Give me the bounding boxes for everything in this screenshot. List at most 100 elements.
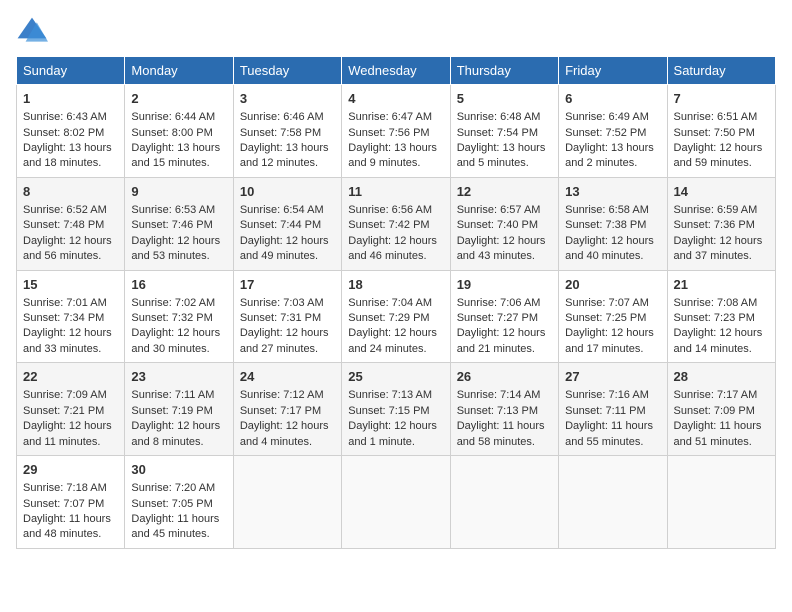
cell-info-line: Sunset: 7:23 PM	[674, 312, 755, 324]
calendar-cell: 7Sunrise: 6:51 AMSunset: 7:50 PMDaylight…	[667, 85, 775, 178]
cell-info-line: Sunset: 7:34 PM	[23, 312, 104, 324]
cell-info-line: Sunset: 7:29 PM	[348, 312, 429, 324]
calendar-cell: 29Sunrise: 7:18 AMSunset: 7:07 PMDayligh…	[17, 456, 125, 549]
cell-info-line: Daylight: 12 hours and 37 minutes.	[674, 235, 763, 262]
cell-info-line: Sunset: 7:44 PM	[240, 219, 321, 231]
cell-info-line: Daylight: 12 hours and 11 minutes.	[23, 420, 112, 447]
cell-info-line: Sunrise: 7:03 AM	[240, 297, 324, 309]
day-number: 5	[457, 90, 552, 108]
day-number: 6	[565, 90, 660, 108]
cell-info-line: Daylight: 12 hours and 27 minutes.	[240, 327, 329, 354]
day-number: 24	[240, 368, 335, 386]
cell-info-line: Sunset: 7:31 PM	[240, 312, 321, 324]
header-saturday: Saturday	[667, 57, 775, 85]
cell-info-line: Sunset: 7:46 PM	[131, 219, 212, 231]
cell-info-line: Daylight: 12 hours and 1 minute.	[348, 420, 437, 447]
cell-info-line: Daylight: 11 hours and 48 minutes.	[23, 513, 111, 540]
logo	[16, 16, 52, 44]
cell-info-line: Sunset: 7:48 PM	[23, 219, 104, 231]
cell-info-line: Sunset: 7:54 PM	[457, 127, 538, 139]
calendar-cell: 1 Sunrise: 6:43 AM Sunset: 8:02 PM Daylight…	[17, 85, 125, 178]
day-number: 12	[457, 183, 552, 201]
cell-info-line: Sunset: 7:25 PM	[565, 312, 646, 324]
day-number: 18	[348, 276, 443, 294]
calendar-cell: 23Sunrise: 7:11 AMSunset: 7:19 PMDayligh…	[125, 363, 233, 456]
calendar-week-row: 15 Sunrise: 7:01 AM Sunset: 7:34 PM Dayligh…	[17, 270, 776, 363]
cell-info-line: Sunrise: 7:12 AM	[240, 389, 324, 401]
day-number: 2	[131, 90, 226, 108]
cell-info-line: Sunrise: 6:47 AM	[348, 111, 432, 123]
day-number: 11	[348, 183, 443, 201]
calendar-cell: 24Sunrise: 7:12 AMSunset: 7:17 PMDayligh…	[233, 363, 341, 456]
header-sunday: Sunday	[17, 57, 125, 85]
calendar-cell: 22 Sunrise: 7:09 AM Sunset: 7:21 PM Dayligh…	[17, 363, 125, 456]
calendar-cell	[450, 456, 558, 549]
cell-info-line: Sunrise: 7:20 AM	[131, 482, 215, 494]
cell-info-line: Sunset: 7:21 PM	[23, 405, 104, 417]
cell-info-line: Sunrise: 7:11 AM	[131, 389, 214, 401]
calendar-cell: 21Sunrise: 7:08 AMSunset: 7:23 PMDayligh…	[667, 270, 775, 363]
cell-info-line: Sunset: 7:09 PM	[674, 405, 755, 417]
cell-info-line: Daylight: 11 hours and 51 minutes.	[674, 420, 762, 447]
day-number: 7	[674, 90, 769, 108]
cell-info-line: Sunrise: 6:44 AM	[131, 111, 215, 123]
calendar-cell: 9Sunrise: 6:53 AMSunset: 7:46 PMDaylight…	[125, 177, 233, 270]
header-tuesday: Tuesday	[233, 57, 341, 85]
day-number: 20	[565, 276, 660, 294]
cell-info-line: Sunrise: 7:16 AM	[565, 389, 649, 401]
calendar-cell: 18Sunrise: 7:04 AMSunset: 7:29 PMDayligh…	[342, 270, 450, 363]
calendar-week-row: 8Sunrise: 6:52 AMSunset: 7:48 PMDaylight…	[17, 177, 776, 270]
cell-info-line: Sunrise: 7:06 AM	[457, 297, 541, 309]
cell-info-line: Sunrise: 6:48 AM	[457, 111, 541, 123]
cell-info-line: Sunset: 7:05 PM	[131, 498, 212, 510]
day-number: 3	[240, 90, 335, 108]
cell-info-line: Sunset: 7:56 PM	[348, 127, 429, 139]
day-number: 1	[23, 90, 118, 108]
cell-info-line: Daylight: 12 hours and 56 minutes.	[23, 235, 112, 262]
cell-info-line: Sunset: 7:13 PM	[457, 405, 538, 417]
cell-info-line: Daylight: 12 hours and 17 minutes.	[565, 327, 654, 354]
cell-info-line: Sunset: 7:15 PM	[348, 405, 429, 417]
day-number: 19	[457, 276, 552, 294]
calendar-cell: 15 Sunrise: 7:01 AM Sunset: 7:34 PM Dayligh…	[17, 270, 125, 363]
calendar-cell	[342, 456, 450, 549]
day-number: 15	[23, 276, 118, 294]
calendar-cell: 8Sunrise: 6:52 AMSunset: 7:48 PMDaylight…	[17, 177, 125, 270]
cell-info-line: Daylight: 13 hours and 18 minutes.	[23, 142, 112, 169]
cell-info-line: Daylight: 12 hours and 14 minutes.	[674, 327, 763, 354]
cell-info-line: Daylight: 12 hours and 59 minutes.	[674, 142, 763, 169]
calendar-cell: 4Sunrise: 6:47 AMSunset: 7:56 PMDaylight…	[342, 85, 450, 178]
calendar-week-row: 1 Sunrise: 6:43 AM Sunset: 8:02 PM Daylight…	[17, 85, 776, 178]
cell-info-line: Sunset: 7:58 PM	[240, 127, 321, 139]
calendar-cell: 26Sunrise: 7:14 AMSunset: 7:13 PMDayligh…	[450, 363, 558, 456]
cell-info-line: Sunrise: 7:07 AM	[565, 297, 649, 309]
cell-info-line: Sunrise: 7:17 AM	[674, 389, 758, 401]
calendar-cell: 11Sunrise: 6:56 AMSunset: 7:42 PMDayligh…	[342, 177, 450, 270]
cell-info-line: Daylight: 11 hours and 45 minutes.	[131, 513, 219, 540]
day-number: 22	[23, 368, 118, 386]
cell-info-line: Sunset: 7:52 PM	[565, 127, 646, 139]
calendar-cell: 13Sunrise: 6:58 AMSunset: 7:38 PMDayligh…	[559, 177, 667, 270]
day-number: 14	[674, 183, 769, 201]
calendar-week-row: 22 Sunrise: 7:09 AM Sunset: 7:21 PM Dayligh…	[17, 363, 776, 456]
day-headers-row: Sunday Monday Tuesday Wednesday Thursday…	[17, 57, 776, 85]
cell-info-line: Sunset: 7:36 PM	[674, 219, 755, 231]
day-number: 21	[674, 276, 769, 294]
cell-info-line: Sunrise: 7:02 AM	[131, 297, 215, 309]
header-friday: Friday	[559, 57, 667, 85]
day-number: 4	[348, 90, 443, 108]
day-number: 23	[131, 368, 226, 386]
cell-info-line: Daylight: 12 hours and 33 minutes.	[23, 327, 112, 354]
calendar-cell	[233, 456, 341, 549]
cell-info-line: Daylight: 13 hours and 5 minutes.	[457, 142, 546, 169]
cell-info-line: Sunrise: 6:43 AM	[23, 111, 107, 123]
cell-info-line: Sunset: 8:02 PM	[23, 127, 104, 139]
calendar-week-row: 29Sunrise: 7:18 AMSunset: 7:07 PMDayligh…	[17, 456, 776, 549]
cell-info-line: Daylight: 12 hours and 24 minutes.	[348, 327, 437, 354]
cell-info-line: Daylight: 12 hours and 43 minutes.	[457, 235, 546, 262]
cell-info-line: Sunrise: 7:09 AM	[23, 389, 107, 401]
cell-info-line: Sunrise: 6:49 AM	[565, 111, 649, 123]
header-thursday: Thursday	[450, 57, 558, 85]
cell-info-line: Daylight: 12 hours and 21 minutes.	[457, 327, 546, 354]
cell-info-line: Sunrise: 7:01 AM	[23, 297, 107, 309]
